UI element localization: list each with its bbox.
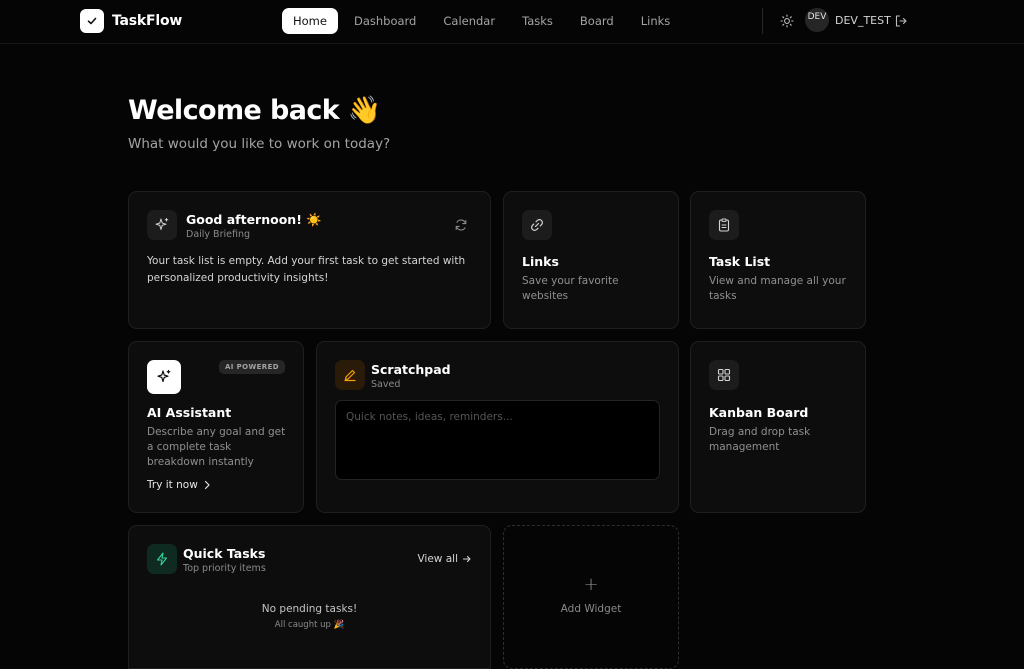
empty-state-title: No pending tasks! bbox=[261, 603, 358, 615]
nav-link-tasks[interactable]: Tasks bbox=[511, 8, 564, 34]
add-widget-button[interactable]: + Add Widget bbox=[503, 525, 679, 669]
kanban-board-card[interactable]: Kanban Board Drag and drop task manageme… bbox=[690, 341, 866, 513]
page-title: Welcome back 👋 bbox=[128, 95, 382, 126]
ai-assistant-title: AI Assistant bbox=[147, 405, 232, 420]
logout-icon[interactable] bbox=[894, 14, 908, 28]
scratchpad-card: Scratchpad Saved bbox=[316, 341, 679, 513]
briefing-subtitle: Daily Briefing bbox=[186, 229, 250, 240]
check-logo-icon bbox=[80, 9, 104, 33]
ai-assistant-desc: Describe any goal and get a complete tas… bbox=[147, 426, 286, 468]
ai-sparkles-icon bbox=[147, 360, 181, 394]
chevron-right-icon bbox=[204, 480, 210, 490]
nav-link-calendar[interactable]: Calendar bbox=[432, 8, 506, 34]
kanban-title: Kanban Board bbox=[709, 405, 809, 420]
brand-name: TaskFlow bbox=[112, 13, 183, 29]
kanban-desc: Drag and drop task management bbox=[709, 426, 811, 453]
link-icon bbox=[522, 210, 552, 240]
task-list-desc: View and manage all your tasks bbox=[709, 275, 846, 302]
sun-icon[interactable] bbox=[780, 14, 794, 28]
links-card[interactable]: Links Save your favorite websites bbox=[503, 191, 679, 329]
avatar[interactable]: DEV bbox=[805, 8, 829, 32]
add-widget-label: Add Widget bbox=[560, 603, 622, 615]
view-all-label: View all bbox=[417, 553, 458, 565]
scratchpad-status: Saved bbox=[371, 379, 401, 390]
view-all-link[interactable]: View all bbox=[417, 553, 472, 565]
arrow-right-icon bbox=[462, 555, 471, 563]
try-it-now-label: Try it now bbox=[147, 479, 198, 491]
nav-divider bbox=[762, 8, 763, 34]
quick-tasks-card: Quick Tasks Top priority items View all … bbox=[128, 525, 491, 669]
quick-tasks-title: Quick Tasks bbox=[183, 546, 266, 561]
try-it-now-link[interactable]: Try it now bbox=[147, 479, 211, 491]
briefing-text: Your task list is empty. Add your first … bbox=[147, 255, 466, 284]
task-list-title: Task List bbox=[709, 254, 771, 269]
ai-assistant-card[interactable]: AI POWERED AI Assistant Describe any goa… bbox=[128, 341, 304, 513]
links-desc: Save your favorite websites bbox=[522, 275, 619, 302]
grid-icon bbox=[709, 360, 739, 390]
scratchpad-input[interactable] bbox=[335, 400, 660, 480]
nav-links: Home Dashboard Calendar Tasks Board Link… bbox=[282, 8, 686, 34]
plus-icon: + bbox=[583, 574, 599, 595]
nav-link-dashboard[interactable]: Dashboard bbox=[343, 8, 427, 34]
user-name: DEV_TEST bbox=[835, 14, 891, 27]
task-list-card[interactable]: Task List View and manage all your tasks bbox=[690, 191, 866, 329]
ai-powered-badge: AI POWERED bbox=[218, 360, 285, 374]
brand[interactable]: TaskFlow bbox=[80, 9, 182, 33]
links-title: Links bbox=[522, 254, 559, 269]
clipboard-icon bbox=[709, 210, 739, 240]
nav-link-home[interactable]: Home bbox=[282, 8, 338, 34]
nav-link-links[interactable]: Links bbox=[630, 8, 682, 34]
page-subtitle: What would you like to work on today? bbox=[128, 136, 391, 152]
nav-link-board[interactable]: Board bbox=[569, 8, 625, 34]
refresh-icon[interactable] bbox=[454, 218, 468, 232]
quick-tasks-subtitle: Top priority items bbox=[183, 563, 266, 574]
scratchpad-title: Scratchpad bbox=[371, 362, 451, 377]
empty-state-subtitle: All caught up 🎉 bbox=[274, 620, 345, 630]
sparkles-icon bbox=[147, 210, 177, 240]
briefing-title: Good afternoon! ☀️ bbox=[186, 212, 322, 227]
lightning-icon bbox=[147, 544, 177, 574]
top-nav: TaskFlow Home Dashboard Calendar Tasks B… bbox=[0, 0, 1024, 44]
daily-briefing-card: Good afternoon! ☀️ Daily Briefing Your t… bbox=[128, 191, 491, 329]
pencil-icon bbox=[335, 360, 365, 390]
